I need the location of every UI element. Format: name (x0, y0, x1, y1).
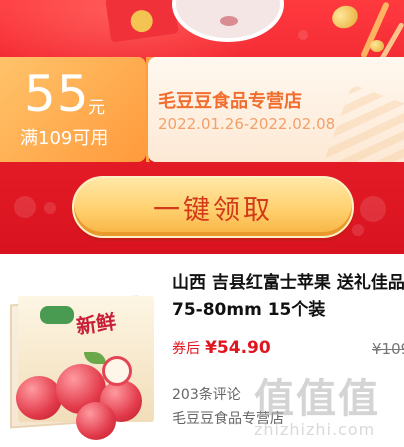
claim-coupon-button[interactable]: 一键领取 (72, 176, 354, 238)
bubble-decoration (14, 196, 36, 218)
coupon-amount: 55 (24, 65, 90, 123)
coupon-validity: 2022.01.26-2022.02.08 (158, 115, 336, 133)
product-card[interactable]: 新鲜 山西 吉县红富士苹果 送礼佳品 75-80mm 15个装 券后 ¥54.9… (0, 254, 404, 447)
store-name[interactable]: 毛豆豆食品专营店 (172, 408, 284, 428)
product-image[interactable]: 新鲜 (6, 294, 156, 440)
product-title-line-1: 山西 吉县红富士苹果 送礼佳品 (172, 273, 404, 293)
product-title[interactable]: 山西 吉县红富士苹果 送礼佳品 75-80mm 15个装 (172, 270, 404, 320)
promo-banner: 55 元 满109可用 毛豆豆食品专营店 2022.01.26-2022.02.… (0, 0, 404, 254)
coupon-amount-section: 55 元 满109可用 (0, 57, 154, 162)
coupon-threshold: 满109可用 (20, 128, 109, 149)
coupon-card[interactable]: 55 元 满109可用 毛豆豆食品专营店 2022.01.26-2022.02.… (0, 57, 404, 162)
coupon-info-section: 毛豆豆食品专营店 2022.01.26-2022.02.08 (148, 57, 404, 162)
bubble-decoration (298, 30, 308, 40)
apple-icon (76, 402, 116, 440)
claim-button-label: 一键领取 (153, 194, 273, 226)
bubble-decoration (44, 202, 56, 214)
product-title-line-2: 75-80mm 15个装 (172, 300, 326, 320)
gold-coin-icon (329, 2, 361, 32)
coupon-currency-unit: 元 (88, 98, 105, 118)
coupon-shop-name: 毛豆豆食品专营店 (158, 91, 302, 112)
apple-icon (16, 376, 62, 420)
price-row: 券后 ¥54.90 ¥109 (172, 338, 404, 362)
original-price: ¥109 (372, 340, 404, 358)
bubble-decoration (352, 224, 364, 236)
mascot-nose (220, 16, 238, 26)
apple-slice-icon (102, 356, 132, 386)
bubble-decoration (360, 196, 386, 222)
brand-logo (40, 306, 74, 324)
box-caption: 新鲜 (74, 309, 118, 339)
review-count[interactable]: 203条评论 (172, 384, 241, 404)
coupon-price: ¥54.90 (205, 338, 271, 358)
price-label: 券后 (172, 341, 200, 357)
